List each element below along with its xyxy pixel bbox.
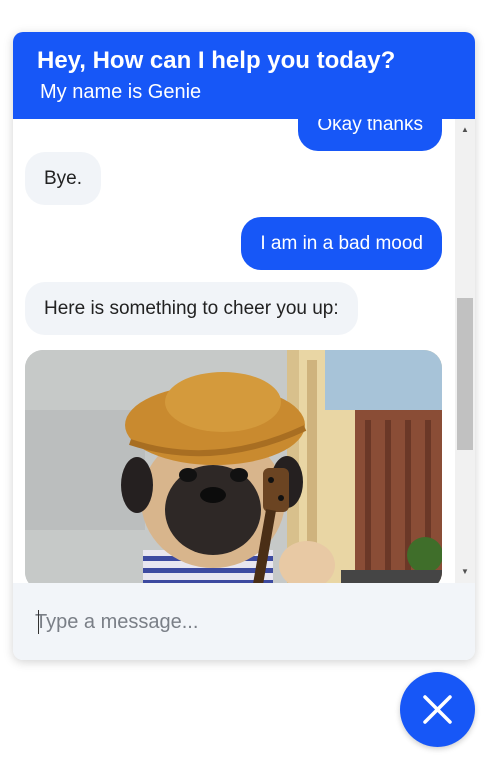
- messages-scrollbar[interactable]: ▲ ▼: [455, 119, 475, 583]
- pug-meme-image: [25, 350, 442, 583]
- chat-header: Hey, How can I help you today? My name i…: [13, 32, 475, 119]
- scroll-up-icon[interactable]: ▲: [455, 122, 475, 138]
- user-message: Okay thanks: [298, 119, 442, 151]
- scroll-thumb[interactable]: [457, 298, 473, 450]
- text-caret: [38, 610, 39, 634]
- scroll-down-icon[interactable]: ▼: [455, 564, 475, 580]
- chat-title: Hey, How can I help you today?: [37, 47, 396, 74]
- close-chat-button[interactable]: [400, 672, 475, 747]
- close-icon: [423, 695, 452, 724]
- bot-message: Bye.: [25, 152, 102, 205]
- bot-message: Here is something to cheer you up:: [25, 282, 358, 335]
- chat-subtitle: My name is Genie: [40, 81, 202, 103]
- message-input-bar: [13, 583, 475, 660]
- user-message: I am in a bad mood: [241, 217, 442, 270]
- message-input[interactable]: [35, 607, 455, 637]
- messages-area[interactable]: Okay thanks Bye. I am in a bad mood Here…: [13, 119, 475, 583]
- chat-window: Hey, How can I help you today? My name i…: [13, 32, 475, 660]
